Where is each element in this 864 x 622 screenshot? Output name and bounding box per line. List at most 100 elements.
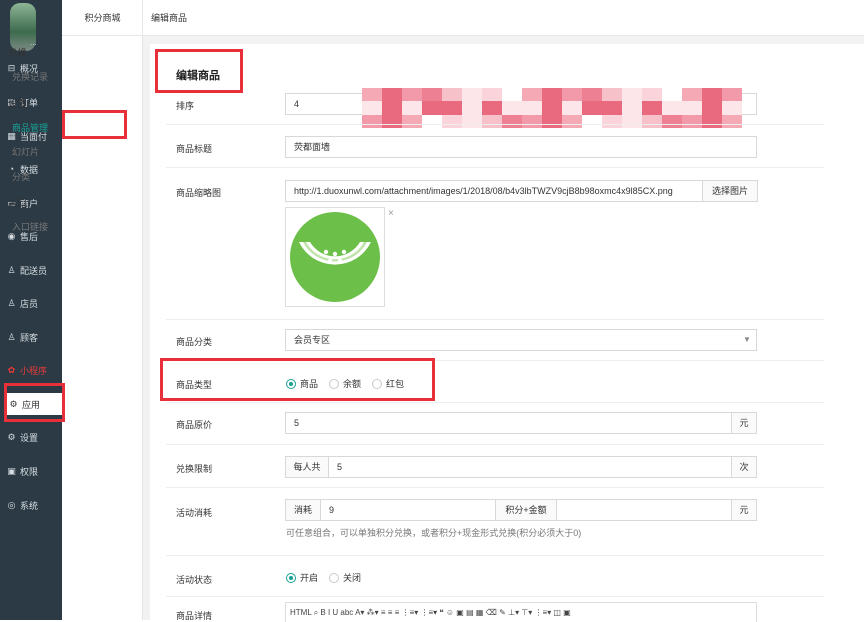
divider xyxy=(166,596,824,597)
logo-more: ... xyxy=(30,38,37,47)
category-select[interactable]: 会员专区 xyxy=(285,329,757,351)
mosaic-cell xyxy=(522,114,542,128)
system-icon: ◎ xyxy=(7,499,16,510)
mosaic-cell xyxy=(702,101,722,115)
chevron-down-icon[interactable]: ▼ xyxy=(743,335,751,344)
mosaic-cell xyxy=(702,114,722,128)
price-input[interactable]: 5 xyxy=(285,412,732,434)
group-entry: 入口 xyxy=(8,198,28,209)
mosaic-cell xyxy=(642,88,662,102)
mosaic-cell xyxy=(682,114,702,128)
mosaic-cell xyxy=(442,114,462,128)
thumb-url-input[interactable]: http://1.duoxunwl.com/attachment/images/… xyxy=(285,180,703,202)
mosaic-cell xyxy=(402,114,422,128)
divider xyxy=(166,402,824,403)
cost-prefix: 消耗 xyxy=(285,499,321,521)
status-option-on[interactable]: 开启 xyxy=(286,571,318,584)
breadcrumb: 编辑商品 xyxy=(143,0,864,36)
sidebar-item-data[interactable]: ◔ 数据 xyxy=(0,158,62,180)
mosaic-cell xyxy=(602,101,622,115)
divider xyxy=(166,319,824,320)
mosaic-cell xyxy=(422,101,442,115)
rich-text-toolbar[interactable]: HTML ⌕ B I U abc A▾ ⁂▾ ≡ ≡ ≡ ⋮≡▾ ⋮≡▾ ❝ ☺… xyxy=(285,602,757,622)
nav-exchange-records[interactable]: 兑换记录 xyxy=(12,70,48,83)
redacted-area xyxy=(362,88,742,128)
mosaic-cell xyxy=(462,88,482,102)
price-unit: 元 xyxy=(731,412,757,434)
permission-icon: ▣ xyxy=(7,465,16,476)
divider xyxy=(166,444,824,445)
sidebar-item-system[interactable]: ◎ 系统 xyxy=(0,494,62,516)
nav-category[interactable]: 分类 xyxy=(12,170,30,183)
sidebar-item-permission[interactable]: ▣ 权限 xyxy=(0,460,62,482)
select-image-button[interactable]: 选择图片 xyxy=(702,180,758,202)
mosaic-cell xyxy=(722,114,742,128)
mosaic-cell xyxy=(622,101,642,115)
remove-image-icon[interactable]: × xyxy=(388,208,394,219)
sidebar-item-label: 顾客 xyxy=(20,332,39,343)
mosaic-cell xyxy=(682,101,702,115)
cost-unit: 元 xyxy=(731,499,757,521)
mosaic-cell xyxy=(482,101,502,115)
mosaic-cell xyxy=(542,101,562,115)
group-settings: 设置 xyxy=(8,99,28,110)
highlight-goods-manage xyxy=(62,110,127,139)
sidebar-item-miniapp[interactable]: ✿ 小程序 xyxy=(0,359,62,381)
option-label: 开启 xyxy=(300,573,319,583)
mosaic-cell xyxy=(582,88,602,102)
mosaic-cell xyxy=(382,88,402,102)
mosaic-cell xyxy=(622,88,642,102)
watermelon-icon xyxy=(290,212,380,302)
sidebar-item-customer[interactable]: ♙ 顾客 xyxy=(0,326,62,348)
limit-input[interactable]: 5 xyxy=(328,456,732,478)
mosaic-cell xyxy=(362,114,382,128)
mosaic-cell xyxy=(382,101,402,115)
nav-entry-link[interactable]: 入口链接 xyxy=(12,220,48,233)
mosaic-cell xyxy=(462,101,482,115)
mosaic-cell xyxy=(542,88,562,102)
money-input[interactable] xyxy=(556,499,732,521)
sidebar-item-label: 店员 xyxy=(20,298,39,309)
name-input[interactable]: 荧都面墙 xyxy=(285,136,757,158)
limit-prefix: 每人共 xyxy=(285,456,329,478)
radio-checked-icon xyxy=(286,572,296,583)
mosaic-cell xyxy=(722,88,742,102)
secondary-sidebar: 积分商城 xyxy=(62,0,143,620)
divider xyxy=(166,167,824,168)
mosaic-cell xyxy=(442,88,462,102)
mosaic-cell xyxy=(502,114,522,128)
mosaic-cell xyxy=(602,88,622,102)
mosaic-cell xyxy=(522,88,542,102)
nav-goods-manage[interactable]: 商品管理 xyxy=(12,121,48,134)
miniapp-icon: ✿ xyxy=(7,364,16,375)
status-label: 活动状态 xyxy=(176,575,213,585)
status-option-off[interactable]: 关闭 xyxy=(329,571,361,584)
radio-icon xyxy=(329,572,339,583)
sidebar-item-label: 配送员 xyxy=(20,265,48,276)
mosaic-cell xyxy=(522,101,542,115)
sidebar-item-settings[interactable]: ⚙ 设置 xyxy=(0,426,62,448)
mosaic-cell xyxy=(502,101,522,115)
name-label: 商品标题 xyxy=(176,144,213,154)
nav-slides[interactable]: 幻灯片 xyxy=(12,145,39,158)
sidebar-item-courier[interactable]: ♙ 配送员 xyxy=(0,259,62,281)
divider xyxy=(166,555,824,556)
mosaic-cell xyxy=(562,101,582,115)
mosaic-cell xyxy=(542,114,562,128)
thumb-label: 商品缩略图 xyxy=(176,188,222,198)
mosaic-cell xyxy=(682,88,702,102)
points-input[interactable]: 9 xyxy=(320,499,496,521)
customer-icon: ♙ xyxy=(7,331,16,342)
sort-label: 排序 xyxy=(176,101,195,111)
mosaic-cell xyxy=(662,88,682,102)
sidebar-item-clerk[interactable]: ♙ 店员 xyxy=(0,292,62,314)
highlight-apps xyxy=(4,383,65,422)
mosaic-cell xyxy=(442,101,462,115)
sidebar-item-label: 小程序 xyxy=(20,365,48,376)
mosaic-cell xyxy=(422,88,442,102)
mosaic-cell xyxy=(502,88,522,102)
mosaic-cell xyxy=(642,101,662,115)
mosaic-cell xyxy=(482,114,502,128)
mosaic-cell xyxy=(562,114,582,128)
mosaic-cell xyxy=(702,88,722,102)
